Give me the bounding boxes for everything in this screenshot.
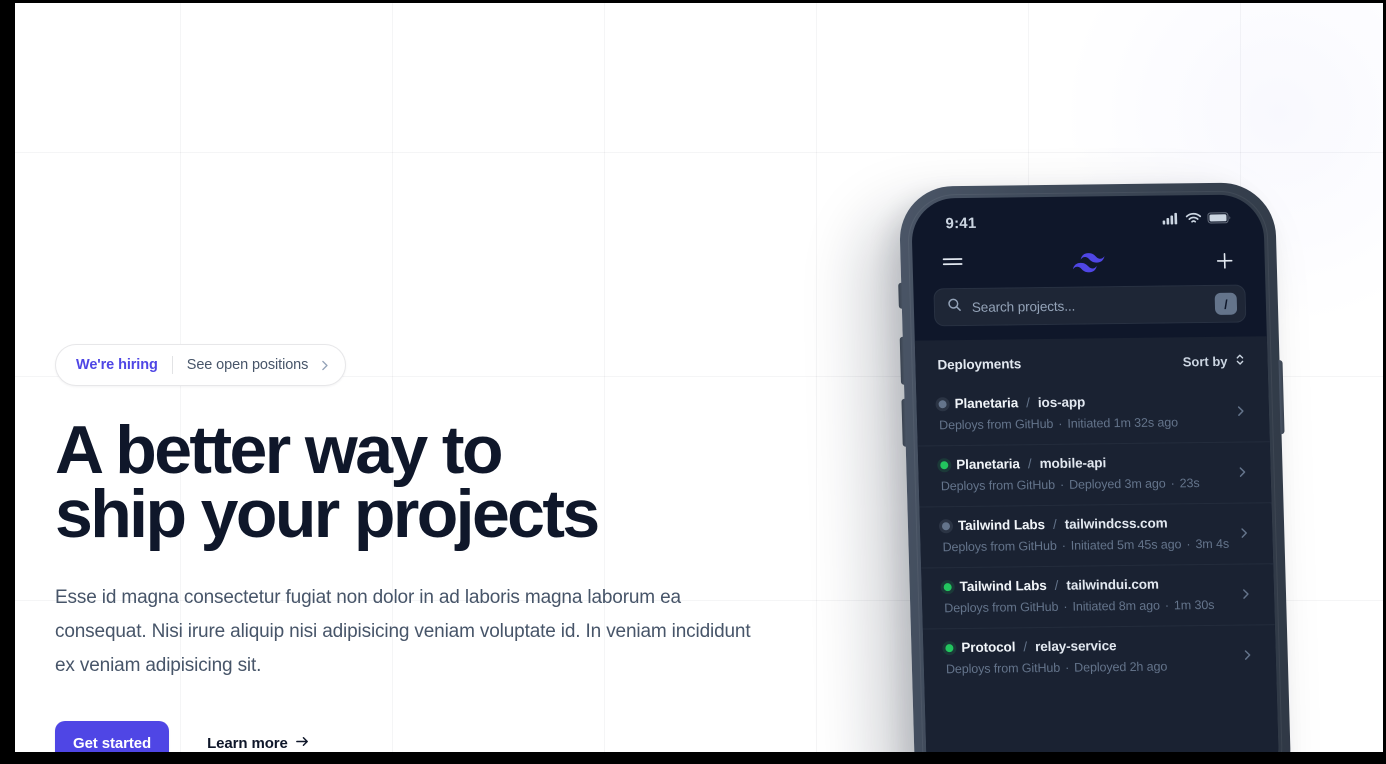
sort-by-control[interactable]: Sort by (1182, 353, 1245, 371)
phone-volume-down-button[interactable] (901, 398, 907, 447)
page-canvas: We're hiring See open positions A better… (15, 3, 1383, 752)
hiring-announcement-pill[interactable]: We're hiring See open positions (55, 344, 347, 386)
deployment-separator: / (1027, 456, 1032, 472)
phone-mockup: 9:41 Search projects... / Deployments So… (880, 164, 1318, 752)
hero-description: Esse id magna consectetur fugiat non dol… (55, 587, 751, 676)
pill-divider (171, 356, 173, 374)
deployment-separator: / (1025, 395, 1031, 411)
deployment-row-content: Tailwind Labs / tailwindcss.com Deploys fro… (941, 515, 1230, 555)
table-row[interactable]: Tailwind Labs / tailwindcss.com Deploys fro… (919, 502, 1274, 568)
wifi-icon (1185, 211, 1202, 229)
learn-more-label: Learn more (207, 734, 288, 752)
deployment-row-content: Protocol / relay-service Deploys from GitHu… (945, 637, 1233, 676)
hero-section: We're hiring See open positions A better… (39, 3, 799, 752)
deployment-meta: Deploys from GitHub · Initiated 5m 45s ago… (942, 536, 1230, 555)
search-shortcut-key: / (1214, 292, 1238, 315)
phone-volume-up-button[interactable] (899, 336, 906, 385)
status-badge (941, 521, 951, 530)
deployment-repo: tailwindui.com (1066, 576, 1159, 593)
deployment-org: Protocol (961, 639, 1016, 656)
status-badge (945, 643, 954, 652)
deployment-meta: Deploys from GitHub · Initiated 8m ago · 1m … (944, 597, 1215, 616)
sort-by-label: Sort by (1182, 353, 1228, 370)
deployment-row-title: Tailwind Labs / tailwindui.com (943, 576, 1230, 595)
chevron-right-icon (1229, 526, 1250, 539)
app-header (912, 238, 1265, 288)
deployment-separator: / (1054, 577, 1059, 593)
deployment-org: Planetaria (954, 395, 1019, 412)
deployment-meta: Deploys from GitHub · Initiated 1m 32s ago (938, 415, 1179, 433)
deployment-separator: / (1052, 516, 1057, 532)
chevron-right-icon (1231, 587, 1252, 600)
page-title: A better way to ship your projects (55, 416, 735, 552)
deployments-header: Deployments Sort by (915, 336, 1268, 385)
deployment-repo: tailwindcss.com (1064, 515, 1168, 532)
hiring-badge-label: We're hiring (76, 357, 158, 373)
see-open-positions-link[interactable]: See open positions (187, 357, 309, 373)
deployment-row-content: Tailwind Labs / tailwindui.com Deploys from… (943, 576, 1231, 615)
status-badge (943, 582, 952, 591)
deployment-row-title: Tailwind Labs / tailwindcss.com (941, 515, 1229, 534)
table-row[interactable]: Planetaria / ios-app Deploys from GitHub · In… (916, 381, 1270, 445)
screenshot-edge-left (0, 0, 15, 764)
hamburger-menu-icon[interactable] (938, 250, 967, 278)
learn-more-link[interactable]: Learn more (207, 734, 310, 753)
search-section: / (913, 284, 1266, 340)
phone-frame: 9:41 Search projects... / Deployments So… (898, 182, 1292, 752)
chevron-right-icon (1227, 465, 1248, 478)
deployment-meta: Deploys from GitHub · Deployed 3m ago · 23s (940, 476, 1200, 494)
phone-power-button[interactable] (1278, 360, 1285, 435)
table-row[interactable]: Protocol / relay-service Deploys from GitHu… (922, 624, 1277, 690)
cta-button-row: Get started Learn more (55, 721, 310, 752)
search-bar[interactable]: / (933, 284, 1247, 327)
deployment-row-title: Protocol / relay-service (945, 637, 1232, 656)
screenshot-edge-bottom (0, 752, 1386, 764)
deployment-repo: ios-app (1037, 394, 1086, 411)
search-input[interactable] (971, 296, 1206, 315)
deployments-title: Deployments (937, 356, 1022, 373)
deployment-org: Planetaria (956, 456, 1021, 473)
status-bar: 9:41 (911, 194, 1264, 242)
deployment-row-content: Planetaria / ios-app Deploys from GitHub · In… (938, 393, 1226, 432)
deployment-row-title: Planetaria / mobile-api (940, 454, 1227, 473)
chevron-right-icon (1226, 404, 1247, 417)
status-badge (938, 399, 947, 408)
deployment-repo: relay-service (1034, 638, 1117, 655)
screenshot-edge-top (0, 0, 1386, 3)
deployments-panel: Deployments Sort by Planetaria / ios-app De… (914, 336, 1280, 752)
deployment-meta: Deploys from GitHub · Deployed 2h ago (945, 659, 1168, 677)
tailwind-logo-icon (1072, 252, 1105, 273)
deployment-row-title: Planetaria / ios-app (938, 393, 1225, 412)
deployment-repo: mobile-api (1039, 455, 1107, 472)
deployment-org: Tailwind Labs (959, 577, 1047, 595)
status-bar-icons (1162, 211, 1232, 230)
battery-icon (1207, 211, 1232, 229)
plus-icon[interactable] (1210, 247, 1239, 275)
headline-line-2: ship your projects (55, 476, 600, 552)
chevron-updown-icon (1234, 353, 1245, 370)
status-badge (940, 460, 949, 469)
chevron-right-icon (1233, 648, 1254, 661)
deployment-row-content: Planetaria / mobile-api Deploys from GitHub… (940, 454, 1228, 493)
deployments-list: Planetaria / ios-app Deploys from GitHub · In… (916, 381, 1277, 690)
phone-mute-switch[interactable] (898, 282, 903, 309)
signal-bars-icon (1162, 211, 1180, 229)
table-row[interactable]: Planetaria / mobile-api Deploys from GitHub… (917, 441, 1272, 507)
status-bar-time: 9:41 (945, 214, 977, 232)
arrow-right-icon (295, 734, 310, 753)
deployment-separator: / (1023, 639, 1028, 655)
deployment-org: Tailwind Labs (957, 516, 1046, 534)
search-icon (947, 297, 963, 317)
chevron-right-icon (318, 359, 331, 372)
get-started-button[interactable]: Get started (55, 721, 170, 752)
table-row[interactable]: Tailwind Labs / tailwindui.com Deploys from… (921, 563, 1275, 629)
phone-screen: 9:41 Search projects... / Deployments So… (910, 194, 1280, 752)
